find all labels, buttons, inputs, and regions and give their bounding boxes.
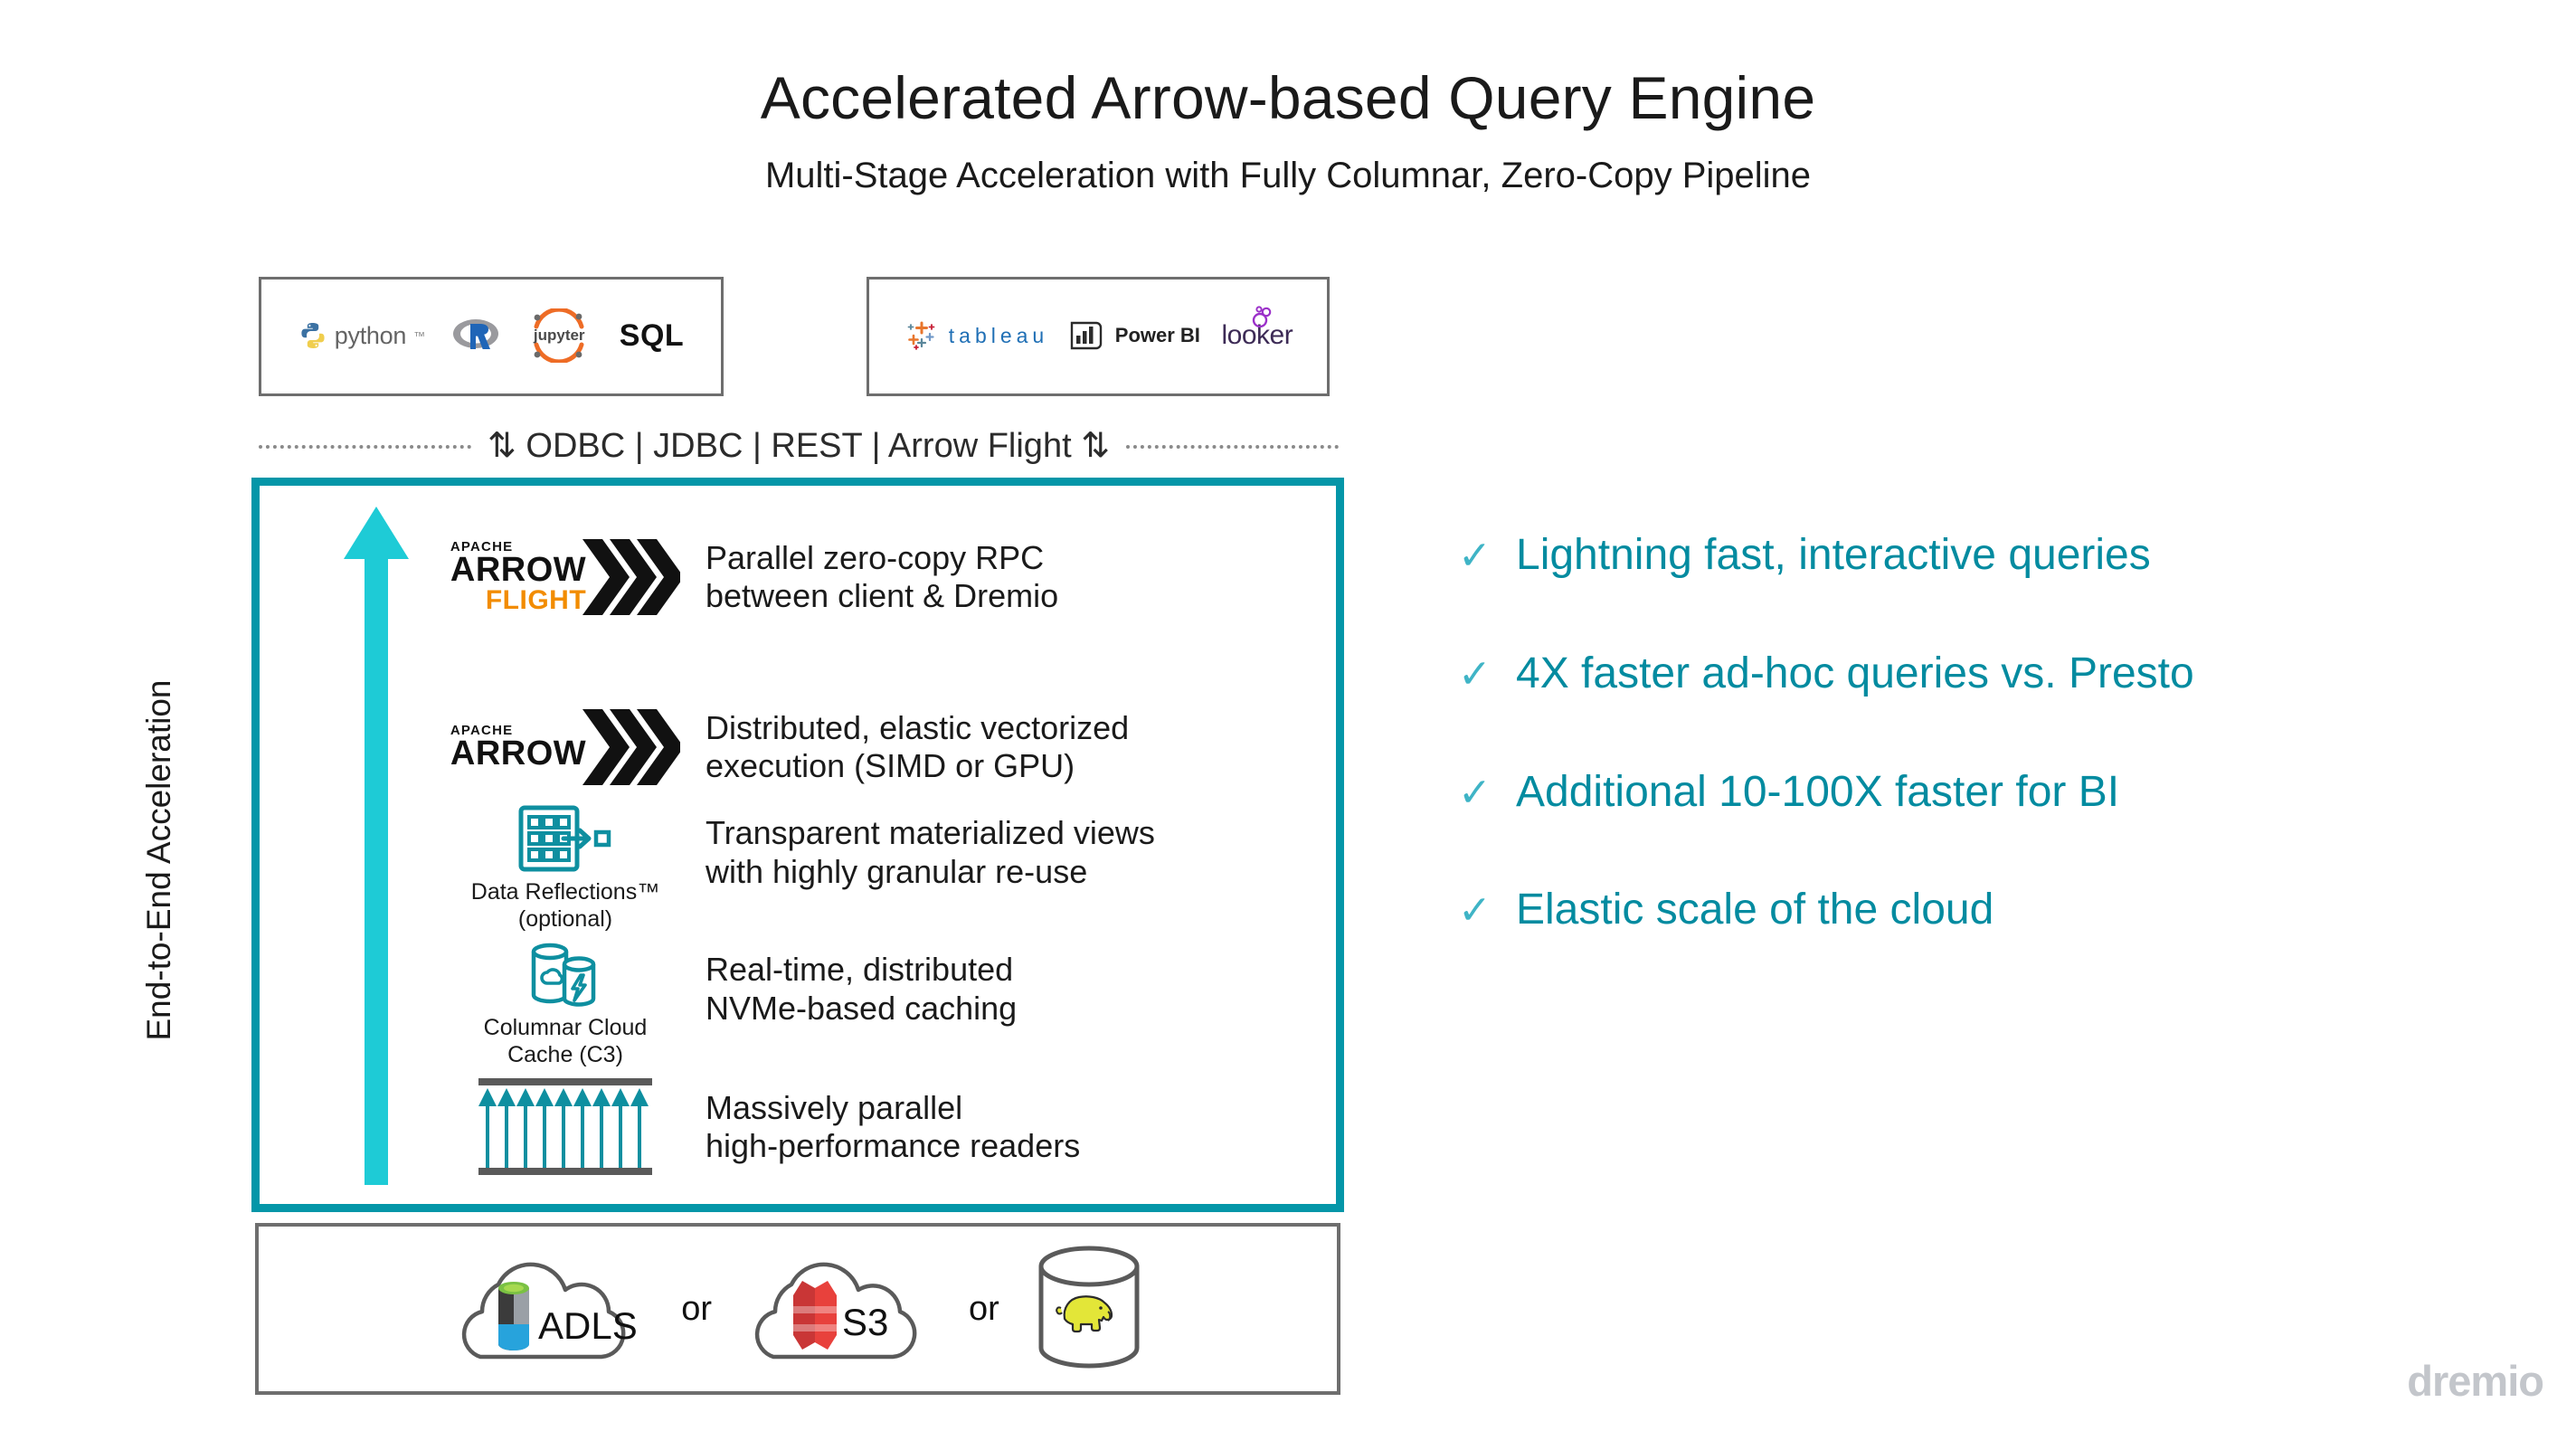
tableau-logo: tableau <box>904 317 1048 354</box>
python-logo: python ™ <box>298 321 425 350</box>
or-separator-1: or <box>681 1289 712 1328</box>
arrow-arrow-text: ARROW <box>450 734 587 773</box>
storage-layer-box: ADLS or S3 or <box>255 1223 1340 1395</box>
protocol-dotted-line-left <box>259 444 471 449</box>
tableau-logo-label: tableau <box>948 323 1049 347</box>
bi-users-box: tableau Power BI looker B <box>867 277 1330 682</box>
benefits-list: ✓ Lightning fast, interactive queries ✓ … <box>1458 531 2498 1005</box>
protocol-band: ⇅ ODBC | JDBC | REST | Arrow Flight ⇅ <box>0 425 1340 466</box>
stage-apache-arrow-description: Distributed, elastic vectorized executio… <box>706 709 1129 785</box>
adls-storage-item: ADLS <box>442 1241 656 1377</box>
benefit-label: Lightning fast, interactive queries <box>1516 531 2151 579</box>
page-subtitle: Multi-Stage Acceleration with Fully Colu… <box>764 156 1812 195</box>
caption-line: Cache (C3) <box>507 1041 623 1067</box>
stage-line: with highly granular re-use <box>706 852 1088 890</box>
columnar-cloud-cache-icon <box>531 943 596 1007</box>
arrow-flight-arrow-text: ARROW <box>450 551 587 590</box>
stage-parallel-readers: Massively parallel high-performance read… <box>452 1076 1339 1178</box>
caption-line: (optional) <box>517 905 613 932</box>
benefit-label: Additional 10-100X faster for BI <box>1516 767 2120 816</box>
looker-logo: looker <box>1221 306 1293 351</box>
adls-label: ADLS <box>538 1304 638 1347</box>
caption-line: Data Reflections™ <box>470 879 660 905</box>
page-title: Accelerated Arrow-based Query Engine <box>760 64 1816 131</box>
stage-line: NVMe-based caching <box>706 989 1018 1027</box>
powerbi-icon <box>1070 321 1102 350</box>
stage-columnar-cloud-cache-description: Real-time, distributed NVMe-based cachin… <box>706 951 1017 1027</box>
sql-logo: SQL <box>619 317 685 353</box>
end-to-end-acceleration-label: End-to-End Acceleration <box>140 679 177 1041</box>
stage-line: Real-time, distributed <box>706 951 1014 989</box>
aws-s3-glyph <box>793 1281 837 1350</box>
stage-apache-arrow: APACHE ARROW Distributed, elastic vector… <box>450 706 1339 789</box>
s3-label: S3 <box>842 1301 888 1343</box>
check-icon: ✓ <box>1458 651 1492 697</box>
stage-columnar-cloud-cache: Columnar Cloud Cache (C3) Real-time, dis… <box>452 941 1339 1068</box>
end-to-end-acceleration-arrow-icon <box>344 507 409 1185</box>
adls-cloud-icon: ADLS <box>462 1262 638 1360</box>
python-logo-label: python <box>334 321 407 349</box>
or-separator-2: or <box>969 1289 999 1328</box>
hadoop-cylinder-icon <box>1038 1246 1140 1369</box>
columnar-cloud-cache-caption: Columnar Cloud Cache (C3) <box>484 1015 648 1068</box>
stage-line: Parallel zero-copy RPC <box>706 538 1045 576</box>
protocol-label: ⇅ ODBC | JDBC | REST | Arrow Flight ⇅ <box>487 427 1111 465</box>
stage-line: between client & Dremio <box>706 577 1059 614</box>
jupyter-logo-label: jupyter <box>533 327 585 344</box>
check-icon: ✓ <box>1458 534 1492 578</box>
parallel-readers-icon <box>478 1078 652 1175</box>
benefit-label: Elastic scale of the cloud <box>1516 886 1994 934</box>
arrow-chevrons-icon <box>582 539 681 615</box>
r-icon <box>452 319 498 349</box>
check-icon: ✓ <box>1458 770 1492 815</box>
r-logo <box>452 317 499 355</box>
s3-storage-item: S3 <box>737 1241 943 1377</box>
data-reflections-caption: Data Reflections™ (optional) <box>471 879 659 933</box>
python-logo-tm: ™ <box>413 328 426 343</box>
slide-root: Accelerated Arrow-based Query Engine Mul… <box>0 0 2576 1431</box>
arrow-flight-flight-text: FLIGHT <box>485 584 587 615</box>
columnar-cloud-cache-icon-group: Columnar Cloud Cache (C3) <box>452 941 678 1068</box>
python-icon <box>301 323 325 348</box>
benefit-item: ✓ Lightning fast, interactive queries <box>1458 531 2498 580</box>
powerbi-logo: Power BI <box>1070 320 1200 351</box>
stage-data-reflections-description: Transparent materialized views with high… <box>706 814 1155 890</box>
apache-arrow-flight-logo: APACHE ARROW FLIGHT <box>450 535 681 619</box>
benefit-label: 4X faster ad-hoc queries vs. Presto <box>1516 649 2194 697</box>
apache-arrow-logo: APACHE ARROW <box>450 706 681 789</box>
protocol-dotted-line-right <box>1126 444 1340 449</box>
jupyter-logo: jupyter <box>526 308 592 363</box>
data-reflections-icon <box>518 805 611 872</box>
benefit-item: ✓ Additional 10-100X faster for BI <box>1458 767 2498 817</box>
data-scientists-box: python ™ jupyter SQL <box>259 277 724 682</box>
looker-icon <box>1253 306 1272 327</box>
tableau-icon <box>907 321 935 350</box>
azure-data-lake-glyph <box>498 1282 530 1350</box>
stage-line: Transparent materialized views <box>706 814 1155 852</box>
dremio-logo: dremio <box>2407 1357 2544 1405</box>
stage-arrow-flight: APACHE ARROW FLIGHT Parallel zero-copy R… <box>450 535 1339 619</box>
stage-line: high-performance readers <box>706 1127 1081 1164</box>
data-reflections-icon-group: Data Reflections™ (optional) <box>452 803 678 933</box>
powerbi-logo-label: Power BI <box>1114 324 1200 346</box>
s3-cloud-icon: S3 <box>754 1262 917 1360</box>
stage-arrow-flight-description: Parallel zero-copy RPC between client & … <box>706 539 1058 615</box>
data-scientists-logo-row: python ™ jupyter SQL <box>261 299 721 372</box>
stage-line: Distributed, elastic vectorized <box>706 708 1130 746</box>
caption-line: Columnar Cloud <box>483 1015 648 1040</box>
hadoop-storage-item <box>1025 1241 1153 1377</box>
benefit-item: ✓ 4X faster ad-hoc queries vs. Presto <box>1458 649 2498 698</box>
benefit-item: ✓ Elastic scale of the cloud <box>1458 886 2498 934</box>
stage-line: execution (SIMD or GPU) <box>706 747 1075 784</box>
stage-line: Massively parallel <box>706 1088 963 1126</box>
stage-parallel-readers-description: Massively parallel high-performance read… <box>706 1089 1080 1165</box>
parallel-readers-icon-group <box>452 1076 678 1178</box>
check-icon: ✓ <box>1458 888 1492 933</box>
bi-users-logo-row: tableau Power BI looker <box>869 299 1327 372</box>
arrow-chevrons-icon <box>582 709 681 785</box>
stage-data-reflections: Data Reflections™ (optional) Transparent… <box>452 803 1339 933</box>
